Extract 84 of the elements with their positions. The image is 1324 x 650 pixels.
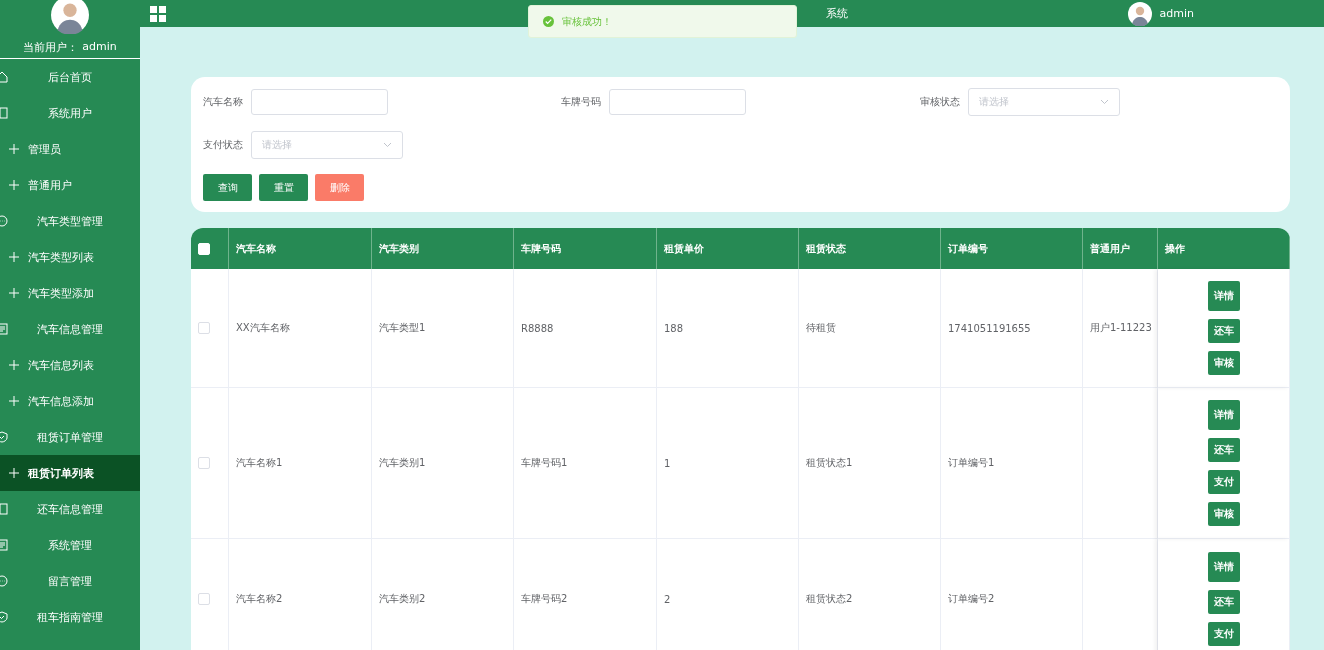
grid-menu-icon[interactable] (150, 5, 166, 22)
filter-button[interactable]: 查询 (203, 174, 252, 201)
table-cell: 2 (657, 539, 799, 650)
action-button[interactable]: 详情 (1207, 400, 1240, 430)
column-header: 汽车类别 (372, 228, 514, 269)
sidebar-item[interactable]: 汽车类型添加 (0, 275, 140, 311)
sidebar-item[interactable]: 后台首页 (0, 59, 140, 95)
check-circle-icon (543, 16, 554, 27)
sidebar-item[interactable]: 租赁订单管理 (0, 419, 140, 455)
table-cell: 用户1-11223 (1083, 269, 1158, 388)
table-cell: 汽车名称2 (229, 539, 372, 650)
sidebar-item[interactable]: 租赁订单列表 (0, 455, 140, 491)
plus-icon (8, 143, 20, 155)
row-checkbox[interactable] (198, 457, 210, 469)
current-user-label: 当前用户： (23, 40, 79, 55)
filter-label: 汽车名称 (203, 95, 243, 109)
current-user: admin (82, 40, 117, 55)
action-button[interactable]: 还车 (1207, 319, 1240, 343)
chevron-down-icon (383, 142, 392, 148)
app-title: 系统 (826, 6, 848, 21)
plus-icon (8, 359, 20, 371)
action-button[interactable]: 详情 (1207, 281, 1240, 311)
sidebar-item[interactable]: 系统用户 (0, 95, 140, 131)
action-button[interactable]: 详情 (1207, 552, 1240, 582)
table-cell: 汽车名称1 (229, 388, 372, 539)
sidebar-item[interactable]: 汽车信息列表 (0, 347, 140, 383)
header-username[interactable]: admin (1159, 7, 1194, 20)
column-header: 租赁状态 (799, 228, 941, 269)
table-cell: 订单编号2 (941, 539, 1083, 650)
table-cell: XX汽车名称 (229, 269, 372, 388)
sidebar-item[interactable]: 汽车信息管理 (0, 311, 140, 347)
plus-icon (8, 395, 20, 407)
action-button[interactable]: 支付 (1207, 622, 1240, 646)
table-cell: 汽车类别1 (372, 388, 514, 539)
table-cell: 待租赁 (799, 269, 941, 388)
sidebar-item[interactable]: 管理员 (0, 131, 140, 167)
input-field[interactable] (251, 89, 388, 115)
sidebar-item[interactable]: 普通用户 (0, 167, 140, 203)
toast-message: 审核成功！ (562, 14, 612, 29)
table-cell: R8888 (514, 269, 657, 388)
input-field[interactable] (609, 89, 747, 115)
column-header: 车牌号码 (514, 228, 657, 269)
sidebar-item[interactable]: 汽车类型管理 (0, 203, 140, 239)
filter-label: 审核状态 (919, 95, 960, 109)
filter-label: 支付状态 (203, 138, 243, 152)
column-header: 汽车名称 (229, 228, 372, 269)
sidebar-item[interactable]: 系统管理 (0, 527, 140, 563)
select-all-checkbox[interactable] (198, 242, 210, 255)
column-header: 操作 (1158, 228, 1290, 269)
plus-icon (8, 287, 20, 299)
avatar (51, 0, 89, 34)
plus-icon (8, 467, 20, 479)
table-cell: 188 (657, 269, 799, 388)
column-header: 普通用户 (1083, 228, 1158, 269)
table-cell: 订单编号1 (941, 388, 1083, 539)
table-cell: 租赁状态2 (799, 539, 941, 650)
table-cell: 1 (657, 388, 799, 539)
sidebar-item[interactable]: 汽车信息添加 (0, 383, 140, 419)
chevron-down-icon (1099, 99, 1109, 105)
column-header: 订单编号 (941, 228, 1083, 269)
action-button[interactable]: 还车 (1207, 590, 1240, 614)
sidebar-item[interactable]: 租车指南管理 (0, 599, 140, 635)
table-cell: 1741051191655 (941, 269, 1083, 388)
row-checkbox[interactable] (198, 322, 210, 334)
plus-icon (8, 251, 20, 263)
table-cell: 租赁状态1 (799, 388, 941, 539)
action-button[interactable]: 审核 (1207, 351, 1240, 375)
filter-label: 车牌号码 (561, 95, 602, 109)
table-cell: 汽车类别2 (372, 539, 514, 650)
row-checkbox[interactable] (198, 593, 210, 605)
filter-button[interactable]: 删除 (315, 174, 364, 201)
table-cell: 车牌号码1 (514, 388, 657, 539)
action-button[interactable]: 支付 (1207, 470, 1240, 494)
plus-icon (8, 179, 20, 191)
sidebar-item[interactable]: 汽车类型列表 (0, 239, 140, 275)
column-header: 租赁单价 (657, 228, 799, 269)
table-cell: 汽车类型1 (372, 269, 514, 388)
table-cell: 车牌号码2 (514, 539, 657, 650)
action-button[interactable]: 还车 (1207, 438, 1240, 462)
sidebar-item[interactable]: 还车信息管理 (0, 491, 140, 527)
user-avatar (1127, 1, 1152, 26)
filter-button[interactable]: 重置 (259, 174, 308, 201)
action-button[interactable]: 审核 (1207, 502, 1240, 526)
sidebar-item[interactable]: 留言管理 (0, 563, 140, 599)
